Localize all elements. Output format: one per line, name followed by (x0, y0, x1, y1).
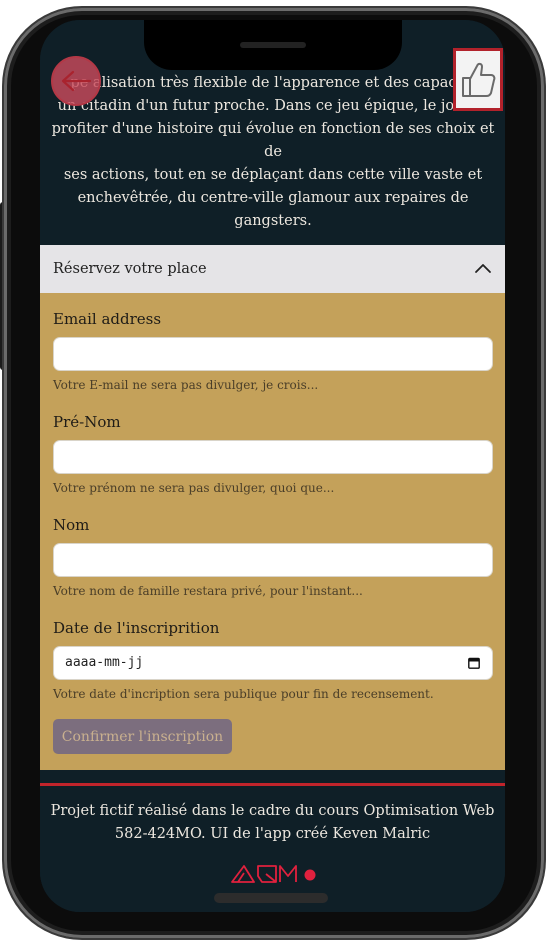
intro-line: enchevêtrée, du centre-ville glamour aux… (77, 190, 469, 229)
intro-line: profiter d'une histoire qui évolue en fo… (51, 121, 495, 160)
notch (144, 20, 402, 70)
calendar-icon[interactable] (468, 657, 480, 669)
footer-line: 582-424MO. UI de l'app créé Keven Malric (114, 826, 431, 842)
date-help-text: Votre date d'incription sera publique po… (53, 687, 434, 701)
date-label: Date de l'inscriprition (53, 619, 220, 637)
date-placeholder: aaaa-mm-jj (65, 655, 144, 670)
prenom-label: Pré-Nom (53, 413, 121, 431)
phone-screen: Choisir une r du d'options. La comp met … (40, 20, 505, 912)
brand-logo (231, 865, 316, 883)
confirm-registration-button[interactable]: Confirmer l'inscription (53, 719, 232, 754)
email-label: Email address (53, 310, 162, 328)
registration-form: Email address Votre E-mail ne sera pas d… (40, 293, 505, 770)
home-indicator[interactable] (214, 893, 328, 903)
intro-line: un citadin d'un futur proche. Dans ce je… (57, 98, 489, 114)
accordion-title: Réservez votre place (53, 261, 207, 277)
accordion-header[interactable]: Réservez votre place (40, 245, 505, 293)
nom-label: Nom (53, 516, 90, 534)
back-button[interactable] (51, 56, 101, 106)
footer-line: Projet fictif réalisé dans le cadre du c… (50, 803, 495, 819)
prenom-help-text: Votre prénom ne sera pas divulger, quoi … (53, 481, 335, 495)
date-field[interactable]: aaaa-mm-jj (53, 646, 493, 680)
nom-help-text: Votre nom de famille restara privé, pour… (53, 584, 363, 598)
intro-line: ses actions, tout en se déplaçant dans c… (63, 167, 483, 183)
like-button[interactable] (453, 48, 503, 111)
intro-line: pe alisation très flexible de l'apparenc… (70, 75, 476, 91)
email-help-text: Votre E-mail ne sera pas divulger, je cr… (53, 378, 319, 392)
chevron-up-icon (475, 264, 491, 273)
footer: Projet fictif réalisé dans le cadre du c… (40, 786, 505, 912)
nom-field[interactable] (53, 543, 493, 577)
email-field[interactable] (53, 337, 493, 371)
prenom-field[interactable] (53, 440, 493, 474)
arrow-left-icon (61, 70, 92, 92)
footer-text: Projet fictif réalisé dans le cadre du c… (50, 800, 495, 846)
thumbs-up-icon (462, 62, 496, 97)
speaker-grille (240, 42, 306, 48)
